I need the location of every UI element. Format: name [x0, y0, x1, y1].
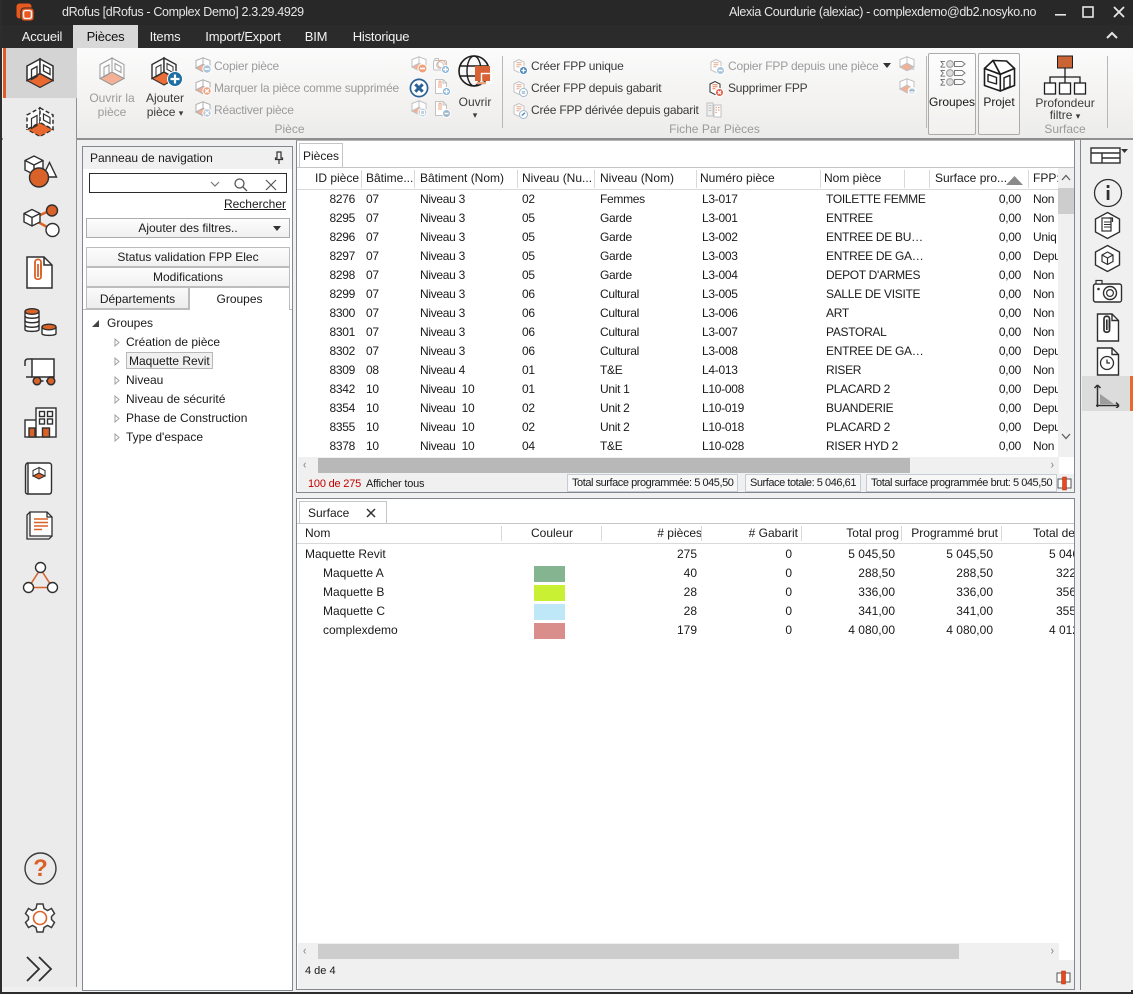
svg-text:Σ: Σ: [940, 78, 946, 87]
svg-text:?: ?: [33, 855, 48, 882]
